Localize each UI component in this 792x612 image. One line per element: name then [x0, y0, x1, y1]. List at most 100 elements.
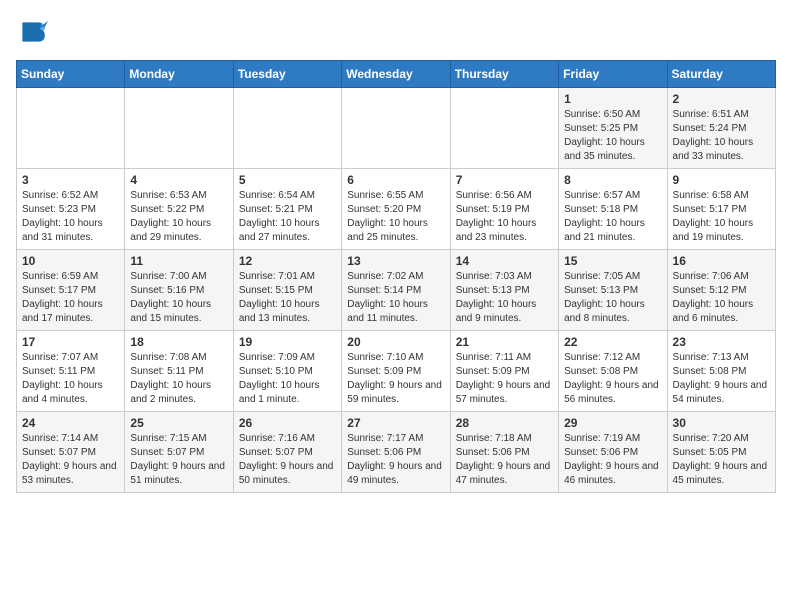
- calendar-cell: 7 Sunrise: 6:56 AM Sunset: 5:19 PM Daylig…: [450, 169, 558, 250]
- day-number: 24: [22, 416, 119, 430]
- calendar-cell: [233, 88, 341, 169]
- calendar-cell: 15 Sunrise: 7:05 AM Sunset: 5:13 PM Dayli…: [559, 250, 667, 331]
- calendar-cell: 19Sunrise: 7:09 AM Sunset: 5:10 PM Dayli…: [233, 331, 341, 412]
- calendar-cell: 26 Sunrise: 7:16 AM Sunset: 5:07 PM Dayli…: [233, 412, 341, 493]
- day-number: 30: [673, 416, 770, 430]
- day-number: 1: [564, 92, 661, 106]
- day-info: Sunrise: 7:08 AM Sunset: 5:11 PM Dayligh…: [130, 351, 227, 407]
- day-info: Sunrise: 6:51 AM Sunset: 5:24 PM Dayligh…: [673, 108, 770, 164]
- day-info: Sunrise: 7:16 AM Sunset: 5:07 PM Dayligh…: [239, 432, 336, 488]
- day-info: Sunrise: 6:54 AM Sunset: 5:21 PM Dayligh…: [239, 189, 336, 245]
- calendar-cell: 22 Sunrise: 7:12 AM Sunset: 5:08 PM Dayli…: [559, 331, 667, 412]
- column-header-friday: Friday: [559, 61, 667, 88]
- calendar-cell: 24 Sunrise: 7:14 AM Sunset: 5:07 PM Dayli…: [17, 412, 125, 493]
- calendar-cell: 30 Sunrise: 7:20 AM Sunset: 5:05 PM Dayli…: [667, 412, 775, 493]
- day-number: 7: [456, 173, 553, 187]
- calendar-week-3: 10Sunrise: 6:59 AM Sunset: 5:17 PM Dayli…: [17, 250, 776, 331]
- calendar-cell: [342, 88, 450, 169]
- day-number: 4: [130, 173, 227, 187]
- column-header-sunday: Sunday: [17, 61, 125, 88]
- calendar-week-2: 3Sunrise: 6:52 AM Sunset: 5:23 PM Daylig…: [17, 169, 776, 250]
- calendar-table: SundayMondayTuesdayWednesdayThursdayFrid…: [16, 60, 776, 493]
- calendar-week-1: 1 Sunrise: 6:50 AM Sunset: 5:25 PM Daylig…: [17, 88, 776, 169]
- day-number: 27: [347, 416, 444, 430]
- day-number: 22: [564, 335, 661, 349]
- calendar-cell: [450, 88, 558, 169]
- day-info: Sunrise: 6:50 AM Sunset: 5:25 PM Dayligh…: [564, 108, 661, 164]
- day-number: 11: [130, 254, 227, 268]
- calendar-cell: 17 Sunrise: 7:07 AM Sunset: 5:11 PM Dayli…: [17, 331, 125, 412]
- calendar-cell: 28 Sunrise: 7:18 AM Sunset: 5:06 PM Dayli…: [450, 412, 558, 493]
- day-number: 14: [456, 254, 553, 268]
- calendar-cell: 12 Sunrise: 7:01 AM Sunset: 5:15 PM Dayli…: [233, 250, 341, 331]
- day-number: 6: [347, 173, 444, 187]
- calendar-cell: 13 Sunrise: 7:02 AM Sunset: 5:14 PM Dayli…: [342, 250, 450, 331]
- day-info: Sunrise: 7:11 AM Sunset: 5:09 PM Dayligh…: [456, 351, 553, 407]
- day-info: Sunrise: 6:58 AM Sunset: 5:17 PM Dayligh…: [673, 189, 770, 245]
- calendar-cell: 14 Sunrise: 7:03 AM Sunset: 5:13 PM Dayli…: [450, 250, 558, 331]
- column-header-saturday: Saturday: [667, 61, 775, 88]
- day-number: 26: [239, 416, 336, 430]
- day-number: 5: [239, 173, 336, 187]
- day-number: 21: [456, 335, 553, 349]
- day-number: 25: [130, 416, 227, 430]
- day-info: Sunrise: 7:10 AM Sunset: 5:09 PM Dayligh…: [347, 351, 444, 407]
- day-info: Sunrise: 6:59 AM Sunset: 5:17 PM Dayligh…: [22, 270, 119, 326]
- day-number: 20: [347, 335, 444, 349]
- day-info: Sunrise: 7:05 AM Sunset: 5:13 PM Dayligh…: [564, 270, 661, 326]
- calendar-cell: 23 Sunrise: 7:13 AM Sunset: 5:08 PM Dayli…: [667, 331, 775, 412]
- day-info: Sunrise: 7:06 AM Sunset: 5:12 PM Dayligh…: [673, 270, 770, 326]
- calendar-cell: 5 Sunrise: 6:54 AM Sunset: 5:21 PM Daylig…: [233, 169, 341, 250]
- day-info: Sunrise: 6:56 AM Sunset: 5:19 PM Dayligh…: [456, 189, 553, 245]
- day-info: Sunrise: 6:53 AM Sunset: 5:22 PM Dayligh…: [130, 189, 227, 245]
- day-info: Sunrise: 7:07 AM Sunset: 5:11 PM Dayligh…: [22, 351, 119, 407]
- day-info: Sunrise: 6:57 AM Sunset: 5:18 PM Dayligh…: [564, 189, 661, 245]
- day-number: 28: [456, 416, 553, 430]
- day-number: 8: [564, 173, 661, 187]
- day-number: 16: [673, 254, 770, 268]
- calendar-cell: 20 Sunrise: 7:10 AM Sunset: 5:09 PM Dayli…: [342, 331, 450, 412]
- day-info: Sunrise: 7:20 AM Sunset: 5:05 PM Dayligh…: [673, 432, 770, 488]
- day-info: Sunrise: 7:18 AM Sunset: 5:06 PM Dayligh…: [456, 432, 553, 488]
- day-info: Sunrise: 7:03 AM Sunset: 5:13 PM Dayligh…: [456, 270, 553, 326]
- day-info: Sunrise: 6:55 AM Sunset: 5:20 PM Dayligh…: [347, 189, 444, 245]
- calendar-cell: 16 Sunrise: 7:06 AM Sunset: 5:12 PM Dayli…: [667, 250, 775, 331]
- day-number: 23: [673, 335, 770, 349]
- calendar-week-4: 17 Sunrise: 7:07 AM Sunset: 5:11 PM Dayli…: [17, 331, 776, 412]
- day-info: Sunrise: 6:52 AM Sunset: 5:23 PM Dayligh…: [22, 189, 119, 245]
- page-header: [16, 16, 776, 48]
- day-info: Sunrise: 7:14 AM Sunset: 5:07 PM Dayligh…: [22, 432, 119, 488]
- calendar-cell: 25Sunrise: 7:15 AM Sunset: 5:07 PM Dayli…: [125, 412, 233, 493]
- day-info: Sunrise: 7:19 AM Sunset: 5:06 PM Dayligh…: [564, 432, 661, 488]
- day-info: Sunrise: 7:13 AM Sunset: 5:08 PM Dayligh…: [673, 351, 770, 407]
- day-number: 29: [564, 416, 661, 430]
- column-header-thursday: Thursday: [450, 61, 558, 88]
- day-info: Sunrise: 7:02 AM Sunset: 5:14 PM Dayligh…: [347, 270, 444, 326]
- day-info: Sunrise: 7:01 AM Sunset: 5:15 PM Dayligh…: [239, 270, 336, 326]
- day-info: Sunrise: 7:00 AM Sunset: 5:16 PM Dayligh…: [130, 270, 227, 326]
- calendar-cell: 4 Sunrise: 6:53 AM Sunset: 5:22 PM Daylig…: [125, 169, 233, 250]
- day-number: 18: [130, 335, 227, 349]
- logo-icon: [16, 16, 48, 48]
- day-number: 15: [564, 254, 661, 268]
- day-info: Sunrise: 7:09 AM Sunset: 5:10 PM Dayligh…: [239, 351, 336, 407]
- calendar-cell: 2 Sunrise: 6:51 AM Sunset: 5:24 PM Daylig…: [667, 88, 775, 169]
- day-number: 13: [347, 254, 444, 268]
- calendar-cell: [125, 88, 233, 169]
- calendar-cell: 1 Sunrise: 6:50 AM Sunset: 5:25 PM Daylig…: [559, 88, 667, 169]
- calendar-cell: 29 Sunrise: 7:19 AM Sunset: 5:06 PM Dayli…: [559, 412, 667, 493]
- day-number: 17: [22, 335, 119, 349]
- calendar-cell: 10Sunrise: 6:59 AM Sunset: 5:17 PM Dayli…: [17, 250, 125, 331]
- day-info: Sunrise: 7:17 AM Sunset: 5:06 PM Dayligh…: [347, 432, 444, 488]
- calendar-week-5: 24 Sunrise: 7:14 AM Sunset: 5:07 PM Dayli…: [17, 412, 776, 493]
- day-number: 9: [673, 173, 770, 187]
- day-info: Sunrise: 7:12 AM Sunset: 5:08 PM Dayligh…: [564, 351, 661, 407]
- column-header-monday: Monday: [125, 61, 233, 88]
- day-number: 2: [673, 92, 770, 106]
- column-header-wednesday: Wednesday: [342, 61, 450, 88]
- calendar-cell: 8 Sunrise: 6:57 AM Sunset: 5:18 PM Daylig…: [559, 169, 667, 250]
- day-number: 12: [239, 254, 336, 268]
- calendar-cell: 21 Sunrise: 7:11 AM Sunset: 5:09 PM Dayli…: [450, 331, 558, 412]
- calendar-header-row: SundayMondayTuesdayWednesdayThursdayFrid…: [17, 61, 776, 88]
- calendar-cell: [17, 88, 125, 169]
